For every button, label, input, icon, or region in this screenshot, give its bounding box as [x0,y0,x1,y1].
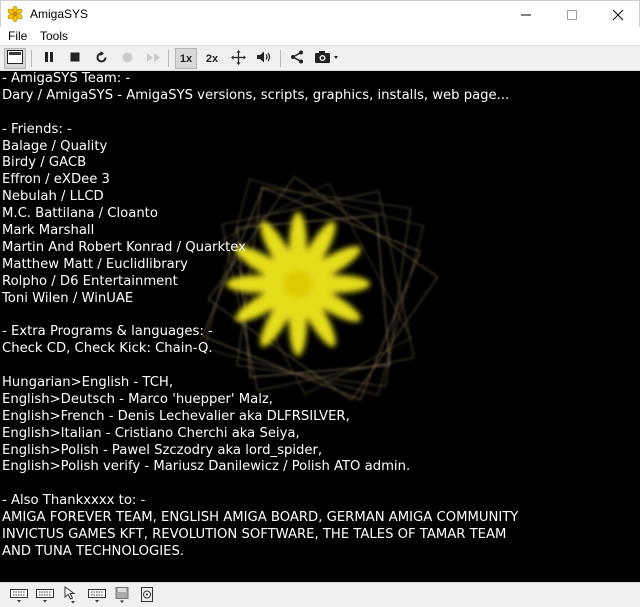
credits-line: AMIGA FOREVER TEAM, ENGLISH AMIGA BOARD,… [2,510,519,526]
credits-text: - AmigaSYS Team: - Dary / AmigaSYS - Amig… [2,71,638,561]
toolbar-separator [280,50,281,67]
credits-line: Check CD, Check Kick: Chain-Q. [2,341,213,357]
menu-bar: File Tools [0,27,640,45]
status-keyboard-extra-button[interactable] [88,586,106,604]
status-harddrive-button[interactable] [140,586,158,604]
move-button[interactable] [227,48,249,69]
credits-line: Mark Marshall [2,223,95,239]
stop-button[interactable] [64,48,86,69]
pause-icon [43,51,55,66]
status-keyboard-button[interactable] [10,586,28,604]
credits-line [2,476,638,493]
minimize-button[interactable] [503,1,549,28]
credits-line: English>Italian - Cristiano Cherchi aka … [2,425,300,441]
credits-line [2,307,638,324]
window-title: AmigaSYS [30,7,89,21]
credits-line: Rolpho / D6 Entertainment [2,273,178,289]
volume-icon [256,50,272,67]
menu-file[interactable]: File [8,29,27,43]
share-icon [290,50,304,67]
credits-line: Balage / Quality [2,138,108,154]
credits-line: M.C. Battilana / Cloanto [2,206,158,222]
flower-icon [7,5,23,23]
screenshot-button[interactable] [312,48,342,69]
credits-line: English>Polish - Pawel Szczodry aka lord… [2,442,323,458]
credits-line: Birdy / GACB [2,155,87,171]
credits-line: - AmigaSYS Team: - [2,71,131,86]
credits-line: Hungarian>English - TCH, [2,375,174,391]
share-button[interactable] [286,48,308,69]
credits-line: INVICTUS GAMES KFT, REVOLUTION SOFTWARE,… [2,527,507,543]
credits-line: Nebulah / LLCD [2,189,104,205]
record-icon [121,51,134,67]
zoom-1x-button[interactable]: 1x [175,48,197,69]
credits-line: Dary / AmigaSYS - AmigaSYS versions, scr… [2,87,510,103]
toolbar-separator [168,50,169,67]
credits-line: Effron / eXDee 3 [2,172,110,188]
zoom-2x-label: 2x [205,52,219,65]
display-button[interactable] [4,48,26,69]
credits-line: Toni Wilen / WinUAE [2,290,134,306]
credits-line: - Also Thankxxxx to: - [2,493,146,509]
status-mouse-button[interactable] [62,586,80,604]
record-button[interactable] [116,48,138,69]
stop-icon [69,51,81,66]
credits-line: Martin And Robert Konrad / Quarktex [2,239,246,255]
credits-line: English>Polish verify - Mariusz Danilewi… [2,459,411,475]
maximize-button[interactable] [549,1,595,28]
display-icon [7,50,23,67]
fast-forward-button[interactable] [142,48,164,69]
emulation-screen[interactable]: - AmigaSYS Team: - Dary / AmigaSYS - Amig… [0,71,640,582]
credits-line: English>Deutsch - Marco 'huepper' Malz, [2,391,273,407]
fast-forward-icon [146,52,161,66]
zoom-2x-button[interactable]: 2x [201,48,223,69]
menu-tools[interactable]: Tools [40,29,68,43]
credits-line: - Friends: - [2,121,72,137]
title-bar: AmigaSYS [0,0,640,27]
camera-icon [314,50,340,67]
status-bar [0,582,640,607]
reset-icon [95,50,108,67]
credits-line: - Extra Programs & languages: - [2,324,213,340]
status-floppy-button[interactable] [114,586,132,604]
pause-button[interactable] [38,48,60,69]
volume-button[interactable] [253,48,275,69]
close-button[interactable] [595,1,640,28]
credits-line: AND TUNA TECHNOLOGIES. [2,543,185,559]
toolbar-separator [31,50,32,67]
credits-line [2,105,638,122]
credits-line [2,358,638,375]
zoom-1x-label: 1x [179,52,193,65]
toolbar: 1x 2x [0,45,640,71]
credits-line: English>French - Denis Lechevalier aka D… [2,408,350,424]
move-icon [230,49,246,68]
credits-line: Matthew Matt / Euclidlibrary [2,256,188,272]
reset-button[interactable] [90,48,112,69]
status-keyboard-alt-button[interactable] [36,586,54,604]
